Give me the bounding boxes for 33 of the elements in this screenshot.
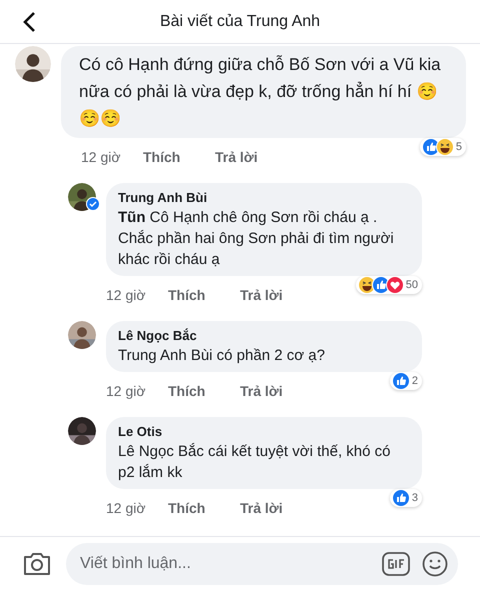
camera-icon[interactable] <box>22 550 52 576</box>
comment-text: Trung Anh Bùi có phần 2 cơ ạ? <box>118 346 326 366</box>
reaction-count: 3 <box>412 490 418 506</box>
comment-field[interactable]: Viết bình luận... <box>66 542 458 584</box>
comment-time: 12 giờ <box>106 286 147 305</box>
comment-time: 12 giờ <box>106 382 147 401</box>
reaction-summary[interactable]: 5 <box>420 138 466 156</box>
comment-text: Lê Ngọc Bắc cái kết tuyệt vời thế, khó có p2 lắm kk <box>118 442 392 483</box>
comment-text: Có cô Hạnh đứng giữa chỗ Bố Sơn với a Vũ kia nữa có phải là vừa đẹp k, đỡ trống hẳn hí hí ☺☺☺ <box>79 54 442 130</box>
reply-link[interactable]: Trả lời <box>240 498 283 518</box>
comment-time: 12 giờ <box>106 498 147 518</box>
reaction-summary[interactable]: 3 <box>390 489 422 507</box>
comment-text: Tũn Cô Hạnh chê ông Sơn rồi cháu ạ . Chắc phần hai ông Sơn phải đi tìm người khác rồi cháu ạ <box>118 208 395 270</box>
reply-link[interactable]: Trả lời <box>215 146 258 168</box>
reaction-count: 5 <box>456 140 462 155</box>
like-link[interactable]: Thích <box>168 380 240 402</box>
comment-author[interactable]: Le Otis <box>118 423 410 441</box>
smiley-icon[interactable] <box>422 550 448 576</box>
gif-icon[interactable] <box>382 552 410 576</box>
reaction-count: 50 <box>406 278 418 293</box>
like-link[interactable]: Thích <box>143 146 215 168</box>
reply-link[interactable]: Trả lời <box>240 380 283 402</box>
reaction-summary[interactable]: 2 <box>390 372 422 390</box>
reply-link[interactable]: Trả lời <box>240 284 283 306</box>
like-link[interactable]: Thích <box>168 284 240 306</box>
like-link[interactable]: Thích <box>168 498 240 518</box>
comment-author[interactable]: Lê Ngọc Bắc <box>118 327 410 345</box>
reaction-count: 2 <box>412 374 418 389</box>
comment-author[interactable]: Trung Anh Bùi <box>118 189 410 207</box>
comment-time: 12 giờ <box>81 148 122 167</box>
back-icon[interactable] <box>22 10 36 32</box>
reaction-summary[interactable]: 50 <box>356 276 422 294</box>
page-title: Bài viết của Trung Anh <box>160 12 320 32</box>
